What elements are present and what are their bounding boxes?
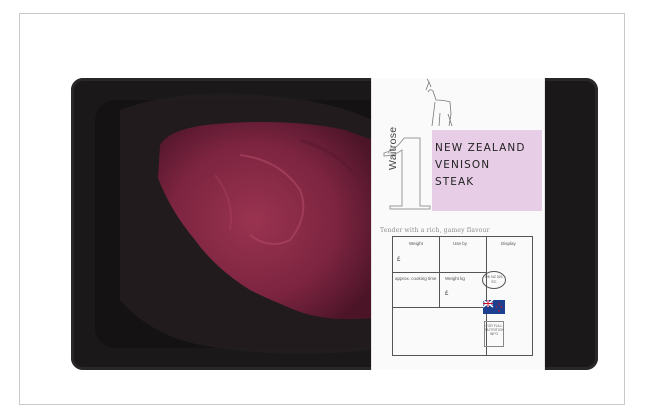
- product-title-line-2: VENISON: [435, 159, 491, 171]
- deer-illustration-icon: [425, 78, 453, 127]
- label-value-2: £: [445, 291, 449, 297]
- label-header-display: Display: [501, 241, 516, 246]
- product-tagline: Tender with a rich, gamey flavour: [380, 227, 490, 234]
- label-header-cooking: approx. cooking time: [395, 276, 437, 281]
- label-header-weight: Weight: [409, 241, 423, 246]
- new-zealand-flag-icon: [483, 300, 505, 314]
- info-badge: FOR FULL NUTRITION INFO: [484, 321, 504, 347]
- health-mark-oval: UK NZ 001 EC: [482, 271, 506, 289]
- product-title-line-3: STEAK: [435, 176, 475, 188]
- label-value-1: £: [397, 257, 401, 263]
- product-label-sleeve: NEW ZEALAND VENISON STEAK Waitrose Tende…: [371, 78, 545, 370]
- brand-number-logo: [383, 137, 431, 210]
- product-title: NEW ZEALAND VENISON STEAK: [432, 140, 545, 191]
- label-info-grid: Weight Use by Display approx. cooking ti…: [392, 236, 533, 356]
- product-title-line-1: NEW ZEALAND: [435, 142, 526, 154]
- label-header-weight-kg: Weight kg: [445, 276, 465, 281]
- product-name-panel: NEW ZEALAND VENISON STEAK: [432, 130, 542, 211]
- label-header-use-by: Use by: [453, 241, 468, 246]
- brand-name: Waitrose: [387, 126, 399, 170]
